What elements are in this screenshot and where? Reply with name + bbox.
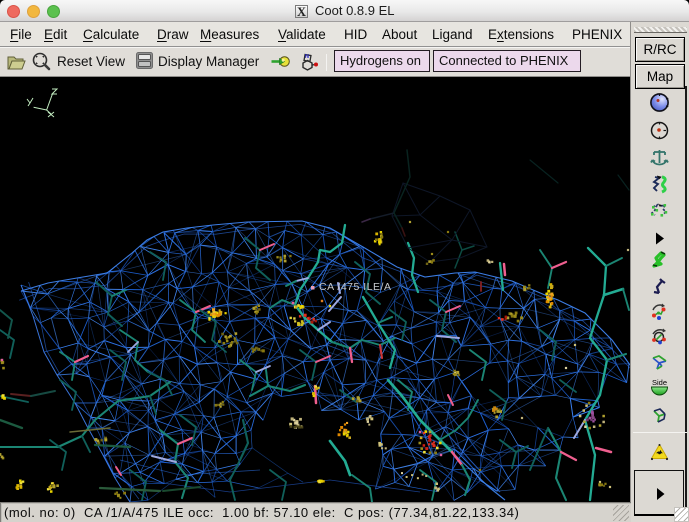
svg-text:Side: Side xyxy=(652,378,667,387)
svg-text:N: N xyxy=(305,54,309,60)
svg-text:CA /475 ILE/A: CA /475 ILE/A xyxy=(319,281,391,293)
